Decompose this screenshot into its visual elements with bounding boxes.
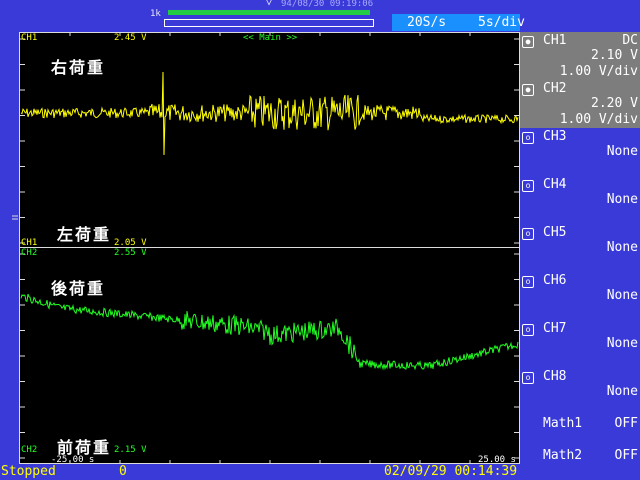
channel-name: CH7 xyxy=(543,321,567,336)
channel-ch7[interactable]: o CH7 None xyxy=(520,320,640,368)
ch2-top-caption: 後荷重 xyxy=(51,279,106,298)
channel-name: CH4 xyxy=(543,177,567,192)
status-bar: Stopped 0 02/09/29 00:14:39 xyxy=(0,464,640,480)
ch1-trace xyxy=(20,71,519,156)
channel-state: None xyxy=(606,336,638,351)
channel-enabled-icon: ● xyxy=(522,36,534,48)
acquisition-state: Stopped xyxy=(1,464,56,479)
channel-state: None xyxy=(606,384,638,399)
ch2-top-value: 2.55 V xyxy=(114,248,147,258)
channel-name: CH2 xyxy=(543,81,567,96)
math-state: OFF xyxy=(614,448,638,463)
channel-name: CH3 xyxy=(543,129,567,144)
channel-ch1[interactable]: ● CH1 DC 2.10 V 1.00 V/div xyxy=(520,32,640,80)
ch2-top-label: CH2 xyxy=(21,248,38,258)
ch1-top-value: 2.45 V xyxy=(114,33,147,43)
channel-name: CH5 xyxy=(543,225,567,240)
channel-offset: 2.20 V xyxy=(591,96,638,111)
channel-ch8[interactable]: o CH8 None xyxy=(520,368,640,416)
ch2-trace xyxy=(20,293,519,371)
channel-ch2[interactable]: ● CH2 2.20 V 1.00 V/div xyxy=(520,80,640,128)
channel-state: None xyxy=(606,144,638,159)
channel-disabled-icon: o xyxy=(522,372,534,384)
status-datetime: 02/09/29 00:14:39 xyxy=(384,464,518,479)
ch1-bottom-caption: 左荷重 xyxy=(57,225,112,244)
channel-ch6[interactable]: o CH6 None xyxy=(520,272,640,320)
channel-ch4[interactable]: o CH4 None xyxy=(520,176,640,224)
channel-ch5[interactable]: o CH5 None xyxy=(520,224,640,272)
math-name: Math1 xyxy=(543,416,583,431)
channel-name: CH1 xyxy=(543,33,567,48)
ch1-top-label: CH1 xyxy=(21,33,38,43)
math1-row[interactable]: Math1 OFF xyxy=(520,414,640,438)
channel-coupling: DC xyxy=(622,33,638,48)
channel-ch3[interactable]: o CH3 None xyxy=(520,128,640,176)
ch1-top-caption: 右荷重 xyxy=(51,58,106,77)
ch2-bottom-label: CH2 xyxy=(21,445,38,455)
channel-disabled-icon: o xyxy=(522,276,534,288)
channel-state: None xyxy=(606,240,638,255)
channel-name: CH8 xyxy=(543,369,567,384)
channel-disabled-icon: o xyxy=(522,180,534,192)
channel-disabled-icon: o xyxy=(522,228,534,240)
channel-state: None xyxy=(606,192,638,207)
math-state: OFF xyxy=(614,416,638,431)
channel-disabled-icon: o xyxy=(522,132,534,144)
math-name: Math2 xyxy=(543,448,583,463)
ch1-bottom-label: CH1 xyxy=(21,238,38,248)
acquisition-count: 0 xyxy=(119,464,127,479)
channel-scale: 1.00 V/div xyxy=(559,112,638,127)
channel-state: None xyxy=(606,288,638,303)
channel-scale: 1.00 V/div xyxy=(559,64,638,79)
ch2-bottom-value: 2.15 V xyxy=(114,445,147,455)
main-window-label: << Main >> xyxy=(243,33,298,43)
grid-ticks xyxy=(20,33,519,463)
channel-enabled-icon: ● xyxy=(522,84,534,96)
channel-offset: 2.10 V xyxy=(591,48,638,63)
channel-name: CH6 xyxy=(543,273,567,288)
ch1-bottom-value: 2.05 V xyxy=(114,238,147,248)
channel-disabled-icon: o xyxy=(522,324,534,336)
